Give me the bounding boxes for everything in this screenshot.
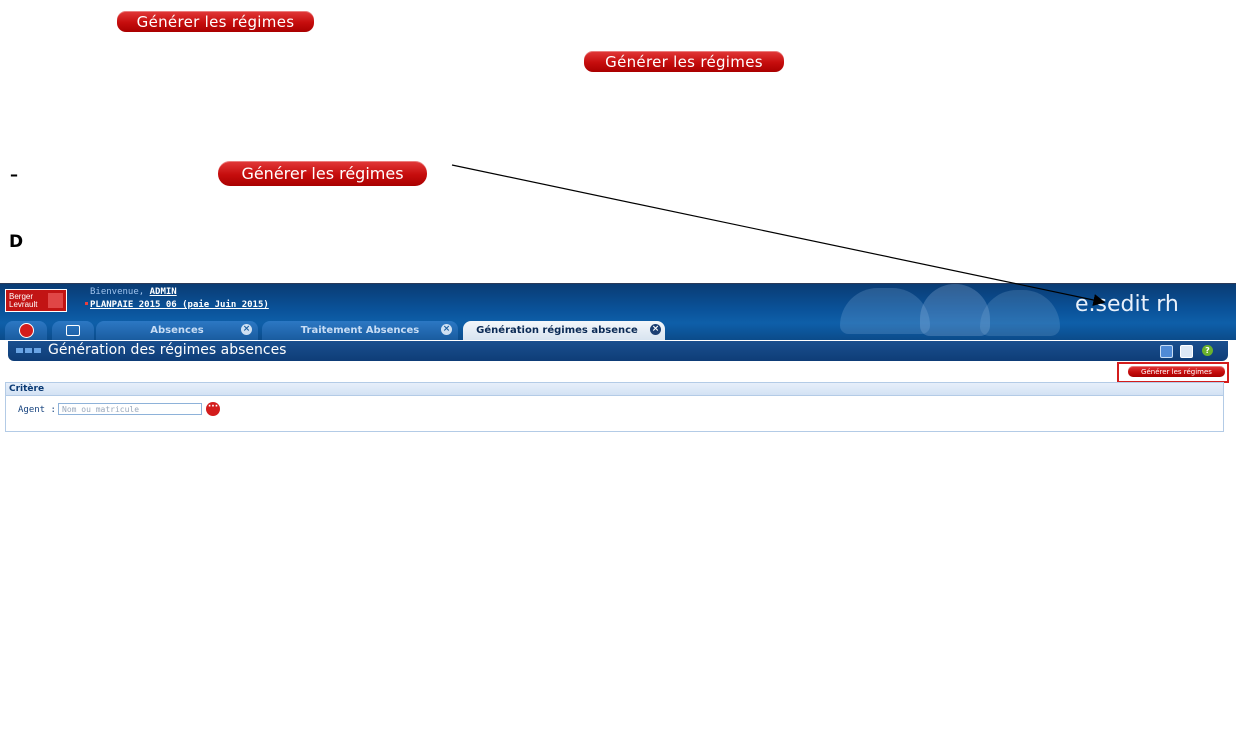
tab-generation-regimes[interactable]: Génération régimes absence × — [463, 321, 665, 340]
print-icon[interactable] — [1180, 345, 1193, 358]
tab-traitement-absences[interactable]: Traitement Absences × — [262, 321, 458, 340]
tab-generation-label: Génération régimes absence — [476, 325, 638, 336]
criteria-header: Critère — [6, 383, 1223, 396]
letter-marker: D — [9, 232, 24, 252]
planpaie-link[interactable]: PLANPAIE 2015_06 (paie Juin 2015) — [90, 300, 269, 310]
agent-label: Agent : — [18, 405, 56, 415]
app-header: Berger Levrault Bienvenue, ADMIN PLANPAI… — [0, 284, 1236, 340]
agent-lookup-button[interactable]: ··· — [206, 402, 220, 416]
close-icon[interactable]: × — [441, 324, 452, 335]
help-icon[interactable]: ? — [1202, 345, 1213, 356]
close-icon[interactable]: × — [650, 324, 661, 335]
esedit-brand: e.sedit rh — [1075, 292, 1179, 317]
welcome-text: Bienvenue, ADMIN — [90, 287, 177, 297]
user-link[interactable]: ADMIN — [150, 287, 177, 297]
dash-marker: – — [10, 165, 18, 184]
tab-home[interactable] — [5, 321, 47, 340]
home-icon — [18, 323, 34, 338]
tab-menu[interactable] — [52, 321, 94, 340]
generate-regimes-button[interactable]: Générer les régimes — [1127, 365, 1226, 378]
generate-regimes-button-sample-3: Générer les régimes — [218, 161, 427, 186]
generate-regimes-button-sample-1: Générer les régimes — [117, 11, 314, 32]
menu-icon — [66, 325, 80, 336]
page-title-bar: Génération des régimes absences ? — [8, 341, 1228, 361]
tab-absences[interactable]: Absences × — [96, 321, 258, 340]
tab-traitement-label: Traitement Absences — [300, 325, 420, 336]
berger-levrault-logo: Berger Levrault — [5, 289, 67, 312]
close-icon[interactable]: × — [241, 324, 252, 335]
app-window: Berger Levrault Bienvenue, ADMIN PLANPAI… — [0, 283, 1236, 439]
criteria-panel: Critère Agent : Nom ou matricule ··· — [5, 382, 1224, 432]
title-dots-icon — [16, 348, 41, 353]
bullet-icon — [85, 302, 88, 305]
agent-search-input[interactable]: Nom ou matricule — [58, 403, 202, 415]
tab-absences-label: Absences — [150, 325, 204, 336]
generate-regimes-button-sample-2: Générer les régimes — [584, 51, 784, 72]
export-icon[interactable] — [1160, 345, 1173, 358]
page-title: Génération des régimes absences — [48, 342, 287, 358]
